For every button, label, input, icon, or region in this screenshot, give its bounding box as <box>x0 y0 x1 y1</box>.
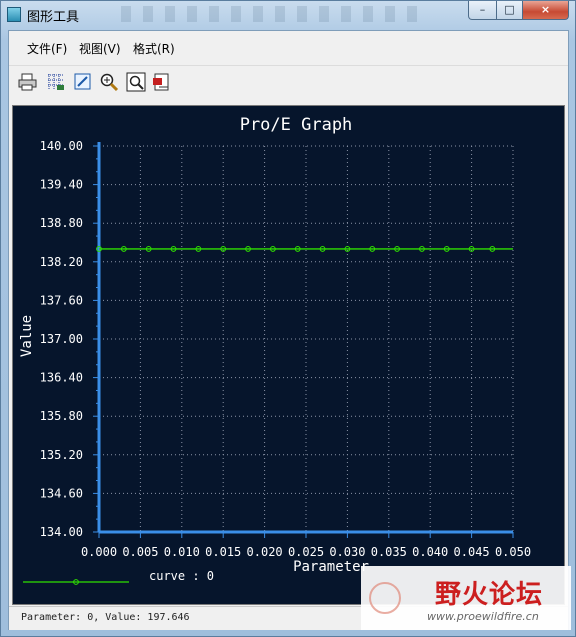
x-tick-label: 0.010 <box>164 545 200 559</box>
y-tick-label: 138.80 <box>40 216 83 230</box>
y-tick-label: 137.00 <box>40 332 83 346</box>
close-button[interactable]: × <box>522 1 569 20</box>
y-tick-label: 138.20 <box>40 255 83 269</box>
chart-svg: Pro/E Graph 140.00 139.40 138.80 138.20 137.6… <box>19 115 531 585</box>
status-text: Parameter: 0, Value: 197.646 <box>21 612 190 623</box>
x-tick-label: 0.015 <box>205 545 241 559</box>
print-icon[interactable] <box>18 72 38 92</box>
y-tick-label: 134.00 <box>40 525 83 539</box>
y-tick-label: 135.20 <box>40 448 83 462</box>
app-icon <box>7 7 21 22</box>
toolbar <box>9 65 568 96</box>
x-tick-label: 0.005 <box>122 545 158 559</box>
grid-icon[interactable] <box>46 72 66 92</box>
watermark-logo <box>369 582 401 614</box>
y-tick-label: 140.00 <box>40 139 83 153</box>
export-icon[interactable] <box>152 72 172 92</box>
watermark: 野火论坛 www.proewildfire.cn <box>361 566 571 630</box>
y-tick-label: 135.80 <box>40 409 83 423</box>
x-tick-label: 0.020 <box>247 545 283 559</box>
chart-area: Pro/E Graph 140.00 139.40 138.80 138.20 137.6… <box>12 105 565 605</box>
menu-view[interactable]: 视图(V) <box>79 40 121 57</box>
title-bar: 图形工具 – □ × <box>1 1 575 29</box>
y-tick-label: 137.60 <box>40 293 83 307</box>
app-window: 图形工具 – □ × 文件(F) 视图(V) 格式(R) Pro/E Graph… <box>0 0 576 637</box>
x-tick-label: 0.000 <box>81 545 117 559</box>
x-tick-label: 0.045 <box>454 545 490 559</box>
y-tick-label: 136.40 <box>40 371 83 385</box>
edit-icon[interactable] <box>73 72 93 92</box>
menu-file[interactable]: 文件(F) <box>27 40 67 57</box>
legend-label: curve : 0 <box>149 569 214 583</box>
client-area: 文件(F) 视图(V) 格式(R) Pro/E Graph 140.00 139… <box>8 30 569 630</box>
menu-format[interactable]: 格式(R) <box>133 40 175 57</box>
menu-bar: 文件(F) 视图(V) 格式(R) <box>9 31 568 63</box>
x-tick-label: 0.025 <box>288 545 324 559</box>
chart-title: Pro/E Graph <box>240 115 353 135</box>
x-tick-label: 0.035 <box>371 545 407 559</box>
y-axis-label: Value <box>19 315 35 357</box>
titlebar-background-icons <box>121 6 421 22</box>
minimize-button[interactable]: – <box>468 1 497 20</box>
y-tick-label: 134.60 <box>40 486 83 500</box>
zoom-in-icon[interactable] <box>99 72 119 92</box>
x-tick-label: 0.030 <box>329 545 365 559</box>
zoom-fit-icon[interactable] <box>126 72 146 92</box>
x-axis-label: Parameter <box>293 559 369 575</box>
window-title: 图形工具 <box>27 10 80 25</box>
maximize-button[interactable]: □ <box>496 1 523 20</box>
x-tick-label: 0.040 <box>412 545 448 559</box>
watermark-url: www.proewildfire.cn <box>427 610 539 623</box>
x-tick-label: 0.050 <box>495 545 531 559</box>
y-tick-label: 139.40 <box>40 178 83 192</box>
watermark-text: 野火论坛 <box>435 580 544 610</box>
